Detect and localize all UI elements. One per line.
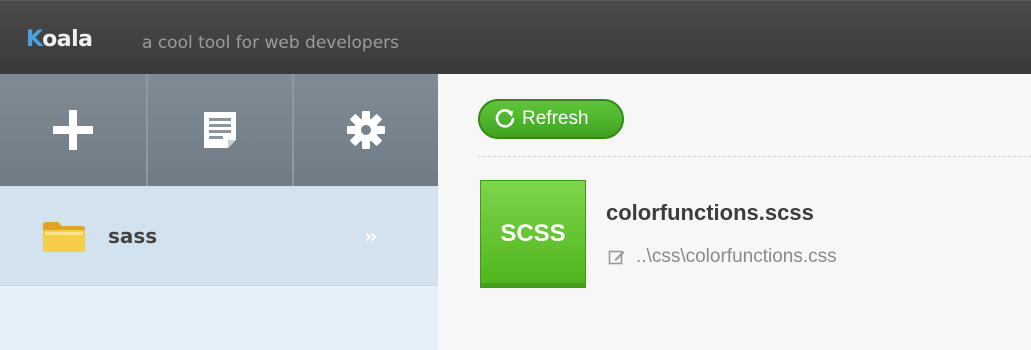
plus-icon	[53, 110, 93, 150]
app-name-rest: oala	[42, 27, 93, 52]
divider	[478, 156, 1031, 157]
chevron-right-icon[interactable]: ››	[364, 224, 378, 248]
log-button[interactable]	[146, 74, 292, 186]
app-tagline: a cool tool for web developers	[142, 33, 400, 53]
add-project-button[interactable]	[0, 74, 146, 186]
settings-button[interactable]	[292, 74, 438, 186]
refresh-icon	[495, 109, 515, 128]
sidebar: sass ››	[0, 74, 438, 350]
app-name: Koala	[26, 27, 93, 52]
main-panel: Refresh SCSS colorfunctions.scss ..\css\…	[438, 74, 1031, 350]
refresh-label: Refresh	[522, 108, 589, 129]
file-type-badge[interactable]: SCSS	[480, 180, 586, 288]
edit-icon[interactable]	[608, 248, 626, 266]
output-path-row[interactable]: ..\css\colorfunctions.css	[608, 246, 837, 268]
document-icon	[204, 112, 236, 148]
file-type-label: SCSS	[500, 220, 566, 247]
app-name-initial: K	[26, 27, 43, 52]
project-item-sass[interactable]: sass ››	[0, 186, 438, 286]
folder-icon	[43, 222, 85, 252]
output-path: ..\css\colorfunctions.css	[636, 246, 837, 267]
refresh-button[interactable]: Refresh	[478, 99, 624, 139]
gear-icon	[347, 111, 385, 149]
file-name[interactable]: colorfunctions.scss	[606, 200, 814, 226]
project-name: sass	[108, 224, 158, 248]
sidebar-toolbar	[0, 74, 438, 186]
title-bar: Koala a cool tool for web developers	[0, 0, 1031, 74]
